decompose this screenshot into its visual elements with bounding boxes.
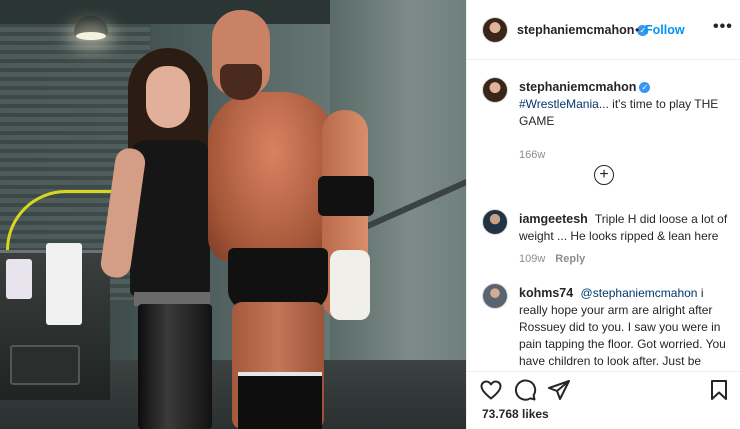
woman-face [146,66,190,128]
comment-text: iamgeetesh Triple H did loose a lot of w… [519,211,734,245]
comment-icon[interactable] [513,378,537,402]
avatar[interactable] [482,17,508,43]
more-options-icon[interactable]: ••• [713,18,733,36]
lamp-glow [76,32,106,40]
load-more-comments-icon[interactable]: + [594,165,614,185]
comment-username[interactable]: kohms74 [519,286,573,300]
bottle [6,259,32,299]
likes-count[interactable]: 73.768 likes [482,407,549,421]
comment-username[interactable]: iamgeetesh [519,212,588,226]
reply-button[interactable]: Reply [555,253,585,265]
bookmark-icon[interactable] [707,378,731,402]
man-torso [208,92,338,262]
comment-meta: 109w Reply [519,253,585,265]
avatar[interactable] [482,283,508,309]
share-icon[interactable] [547,378,571,402]
instagram-post: stephaniemcmahon ✓ • Follow ••• stephanie… [0,0,740,429]
caption-text: stephaniemcmahon ✓ #WrestleMania... it's … [519,79,734,130]
header-username-text[interactable]: stephaniemcmahon [517,23,634,37]
header-username[interactable]: stephaniemcmahon ✓ [517,23,649,37]
comment-text: kohms74 @stephaniemcmahon i really hope … [519,285,734,371]
post-header: stephaniemcmahon ✓ • Follow ••• [467,0,740,60]
post-sidebar: stephaniemcmahon ✓ • Follow ••• stephanie… [466,0,740,429]
caption: stephaniemcmahon ✓ #WrestleMania... it's … [482,77,734,161]
separator-dot: • [635,23,640,37]
hashtag-link[interactable]: #WrestleMania [519,97,599,111]
caption-username[interactable]: stephaniemcmahon ✓ [519,80,651,94]
cart-drawer [10,345,80,385]
man-wrist-wrap [330,250,370,320]
follow-button[interactable]: Follow [645,23,685,37]
avatar[interactable] [482,209,508,235]
man-trunks [228,248,328,310]
equipment-cart [0,243,110,400]
paper-towel-roll [46,243,82,325]
action-bar: 73.768 likes [467,371,740,429]
comments-list[interactable]: stephaniemcmahon ✓ #WrestleMania... it's … [467,61,740,371]
avatar[interactable] [482,77,508,103]
man-armband [318,176,374,216]
woman-legs [138,304,212,429]
caption-age-text[interactable]: 166w [519,149,545,161]
caption-username-text[interactable]: stephaniemcmahon [519,80,636,94]
list-item: kohms74 @stephaniemcmahon i really hope … [482,283,732,371]
comment-age[interactable]: 109w [519,253,545,265]
heart-icon[interactable] [479,378,503,402]
caption-age[interactable]: 166w [519,149,545,161]
verified-badge-icon: ✓ [639,82,651,94]
post-photo[interactable] [0,0,466,429]
man-boots [238,372,322,429]
list-item: iamgeetesh Triple H did loose a lot of w… [482,209,732,271]
mention-link[interactable]: @stephaniemcmahon [581,286,698,300]
